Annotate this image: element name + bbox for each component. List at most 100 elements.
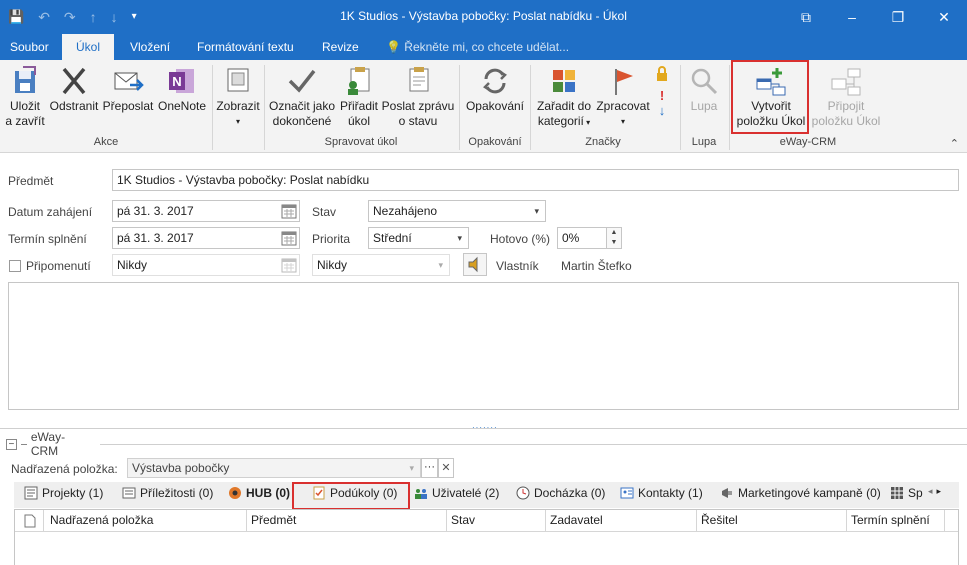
low-importance-icon[interactable]: ↓ bbox=[654, 103, 670, 118]
collapse-ribbon-icon[interactable]: ⌃ bbox=[950, 137, 959, 150]
column-separator bbox=[43, 510, 44, 532]
subtab-projekty[interactable]: Projekty (1) bbox=[24, 486, 103, 500]
attach-task-button[interactable]: Připojit položku Úkol bbox=[810, 63, 882, 129]
highlight-podukoly-tab bbox=[292, 482, 410, 510]
close-button[interactable]: ✕ bbox=[921, 0, 967, 34]
subtab-dochazka-label: Docházka (0) bbox=[534, 486, 606, 500]
show-label: Zobrazit bbox=[216, 99, 260, 113]
scroll-right-icon[interactable]: ▸ bbox=[937, 486, 942, 497]
tab-soubor[interactable]: Soubor bbox=[6, 34, 53, 60]
zoom-label: Lupa bbox=[690, 99, 718, 113]
reminder-checkbox[interactable] bbox=[9, 260, 21, 272]
subtab-kontakty-label: Kontakty (1) bbox=[638, 486, 703, 500]
mark-complete-button[interactable]: Označit jako dokončené bbox=[268, 63, 336, 129]
column-separator bbox=[944, 510, 945, 532]
magnifier-icon bbox=[691, 68, 718, 95]
clear-parent-button[interactable]: ✕ bbox=[438, 458, 454, 478]
reminder-time-select[interactable]: Nikdy ▾ bbox=[312, 254, 450, 276]
eway-panel-header[interactable]: − eWay-CRM bbox=[6, 430, 967, 458]
column-header[interactable]: Předmět bbox=[251, 513, 296, 527]
assign-task-button[interactable]: Přiřadit úkol bbox=[338, 63, 380, 129]
subtab-scroll[interactable]: ◂ ▸ bbox=[928, 486, 958, 497]
onenote-button[interactable]: N OneNote bbox=[156, 63, 208, 114]
subtab-kontakty[interactable]: Kontakty (1) bbox=[620, 486, 703, 500]
mark-complete-label-2: dokončené bbox=[272, 114, 332, 128]
ribbon-display-options-button[interactable]: ⧉ bbox=[783, 0, 829, 34]
save-close-icon bbox=[15, 66, 36, 93]
percent-done-label: Hotovo (%) bbox=[490, 232, 551, 246]
column-header[interactable]: Termín splnění bbox=[851, 513, 930, 527]
browse-button[interactable]: ··· bbox=[421, 458, 438, 478]
status-select[interactable]: Nezahájeno ▾ bbox=[368, 200, 546, 222]
subtab-hub[interactable]: HUB (0) bbox=[228, 486, 290, 500]
subtab-marketingove-kampane[interactable]: Marketingové kampaně (0) bbox=[720, 486, 881, 500]
percent-spinner[interactable]: ▲ ▼ bbox=[606, 227, 622, 249]
column-header[interactable]: Zadavatel bbox=[550, 513, 603, 527]
ribbon-separator bbox=[264, 65, 265, 150]
private-lock-button[interactable]: ! ↓ bbox=[654, 66, 670, 118]
categorize-button[interactable]: Zařadit do kategorií ▾ bbox=[534, 63, 594, 130]
subtab-sp[interactable]: Sp bbox=[890, 486, 923, 500]
speaker-icon bbox=[468, 256, 478, 273]
owner-value: Martin Štefko bbox=[561, 259, 632, 273]
zoom-button[interactable]: Lupa bbox=[684, 63, 724, 114]
parent-item-select[interactable]: Výstavba pobočky ▾ bbox=[127, 458, 421, 478]
window-controls: ⧉ – ❐ ✕ bbox=[783, 0, 967, 34]
task-body-editor[interactable] bbox=[8, 282, 959, 410]
task-form: Předmět 1K Studios - Výstavba pobočky: P… bbox=[0, 153, 967, 425]
restore-button[interactable]: ❐ bbox=[875, 0, 921, 34]
send-status-label-2: o stavu bbox=[398, 114, 438, 128]
highlight-create-task bbox=[731, 60, 809, 134]
parent-item-value: Výstavba pobočky bbox=[132, 461, 230, 475]
ribbon-separator bbox=[729, 65, 730, 150]
priority-select[interactable]: Střední ▾ bbox=[368, 227, 469, 249]
projects-icon bbox=[24, 486, 38, 500]
subtab-dochazka[interactable]: Docházka (0) bbox=[516, 486, 605, 500]
column-separator bbox=[846, 510, 847, 532]
group-label-lupa: Lupa bbox=[691, 136, 717, 148]
delete-button[interactable]: Odstranit bbox=[48, 63, 100, 114]
calendar-icon[interactable] bbox=[281, 203, 297, 219]
show-button[interactable]: Zobrazit ▾ bbox=[216, 63, 260, 129]
group-label-eway: eWay-CRM bbox=[779, 136, 837, 148]
subtab-uzivatele[interactable]: Uživatelé (2) bbox=[414, 486, 499, 500]
save-close-button[interactable]: Uložit a zavřít bbox=[4, 63, 46, 129]
scroll-left-icon[interactable]: ◂ bbox=[928, 486, 933, 497]
collapse-minus-icon[interactable]: − bbox=[6, 438, 17, 450]
recurrence-label: Opakování bbox=[465, 99, 525, 113]
calendar-icon[interactable] bbox=[281, 257, 297, 273]
column-header[interactable]: Nadřazená položka bbox=[50, 513, 153, 527]
minimize-button[interactable]: – bbox=[829, 0, 875, 34]
follow-up-button[interactable]: Zpracovat ▾ bbox=[594, 63, 652, 129]
reminder-date-input[interactable]: Nikdy bbox=[112, 254, 300, 276]
priority-label: Priorita bbox=[312, 232, 351, 246]
column-header[interactable]: Řešitel bbox=[701, 513, 738, 527]
calendar-icon[interactable] bbox=[281, 230, 297, 246]
start-date-value: pá 31. 3. 2017 bbox=[117, 204, 194, 218]
due-date-input[interactable]: pá 31. 3. 2017 bbox=[112, 227, 300, 249]
show-view-icon bbox=[227, 68, 249, 92]
percent-done-input[interactable]: 0% bbox=[557, 227, 607, 249]
tell-me-search[interactable]: 💡 Řekněte mi, co chcete udělat... bbox=[382, 34, 573, 60]
status-report-icon bbox=[409, 67, 429, 92]
chevron-down-icon: ▾ bbox=[235, 117, 240, 126]
column-separator bbox=[246, 510, 247, 532]
high-importance-icon[interactable]: ! bbox=[654, 88, 670, 103]
sound-button[interactable] bbox=[463, 253, 487, 276]
column-header[interactable]: Stav bbox=[451, 513, 475, 527]
tab-revize[interactable]: Revize bbox=[318, 34, 363, 60]
assign-task-icon bbox=[348, 67, 370, 95]
reminder-label: Připomenutí bbox=[26, 259, 91, 273]
start-date-input[interactable]: pá 31. 3. 2017 bbox=[112, 200, 300, 222]
forward-button[interactable]: Přeposlat bbox=[101, 63, 155, 114]
recurrence-button[interactable]: Opakování bbox=[463, 63, 527, 114]
tab-vlozeni[interactable]: Vložení bbox=[126, 34, 174, 60]
tab-ukol[interactable]: Úkol bbox=[62, 34, 114, 60]
checkmark-icon bbox=[288, 69, 316, 93]
subtab-prilezitosti[interactable]: Příležitosti (0) bbox=[122, 486, 213, 500]
tab-formatovani-textu[interactable]: Formátování textu bbox=[193, 34, 298, 60]
send-status-report-button[interactable]: Poslat zprávu o stavu bbox=[381, 63, 455, 129]
divider bbox=[99, 443, 967, 445]
subject-input[interactable]: 1K Studios - Výstavba pobočky: Poslat na… bbox=[112, 169, 959, 191]
group-label-opakovani: Opakování bbox=[468, 136, 522, 148]
